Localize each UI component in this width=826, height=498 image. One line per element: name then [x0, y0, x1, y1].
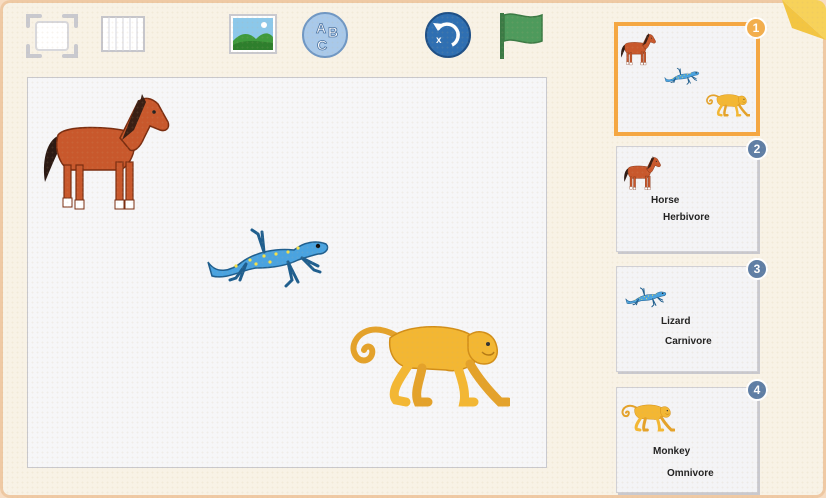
monkey-icon	[350, 318, 510, 408]
monkey-thumb	[621, 402, 675, 432]
fullscreen-button[interactable]	[24, 12, 80, 60]
page-subtitle: Omnivore	[667, 468, 714, 479]
page-number-badge: 2	[746, 138, 768, 160]
page-number-badge: 3	[746, 258, 768, 280]
page-title: Monkey	[653, 446, 691, 457]
app-window: A B C x 1 Horse Herbivore 2 Lizard Carni…	[0, 0, 826, 498]
page-thumbnail-4[interactable]: Monkey Omnivore	[616, 387, 758, 493]
svg-text:x: x	[436, 35, 442, 46]
lizard-thumb	[625, 285, 667, 309]
svg-text:C: C	[317, 37, 327, 53]
horse-icon	[623, 155, 661, 193]
add-background-button[interactable]	[228, 13, 280, 57]
undo-icon: x	[425, 12, 471, 58]
monkey-sprite[interactable]	[350, 318, 510, 408]
lizard-sprite[interactable]	[206, 222, 331, 292]
page-corner-fold-icon[interactable]	[782, 0, 826, 40]
page-number-badge: 1	[745, 17, 767, 39]
flag-icon	[500, 13, 543, 59]
fullscreen-icon	[26, 14, 78, 58]
horse-icon	[620, 32, 656, 68]
stage-canvas[interactable]	[27, 77, 547, 468]
page-subtitle: Carnivore	[665, 336, 712, 347]
grid-icon	[101, 16, 145, 52]
lizard-icon	[664, 66, 700, 86]
lizard-icon	[206, 222, 331, 292]
lizard-icon	[625, 285, 667, 309]
page-title: Lizard	[661, 316, 691, 327]
abc-icon: A B C	[302, 12, 348, 58]
page-thumbnail-3[interactable]: Lizard Carnivore	[616, 266, 758, 372]
page-thumbnail-1[interactable]	[614, 22, 760, 136]
horse-icon	[40, 90, 170, 220]
page-title: Horse	[651, 195, 680, 206]
horse-thumb	[620, 32, 656, 68]
horse-thumb	[623, 155, 661, 193]
monkey-icon	[706, 92, 750, 117]
page-thumbnail-2[interactable]: Horse Herbivore	[616, 146, 758, 252]
horse-sprite[interactable]	[40, 90, 170, 220]
page-subtitle: Herbivore	[663, 212, 710, 223]
page-number-badge: 4	[746, 379, 768, 401]
svg-text:B: B	[328, 24, 338, 40]
grid-button[interactable]	[100, 15, 148, 55]
lizard-thumb	[664, 66, 700, 86]
undo-button[interactable]: x	[424, 11, 476, 59]
monkey-thumb	[706, 92, 750, 117]
monkey-icon	[621, 402, 675, 432]
add-text-button[interactable]: A B C	[300, 11, 352, 59]
image-icon	[229, 14, 277, 54]
green-flag-button[interactable]	[496, 11, 548, 63]
svg-text:A: A	[316, 20, 326, 36]
